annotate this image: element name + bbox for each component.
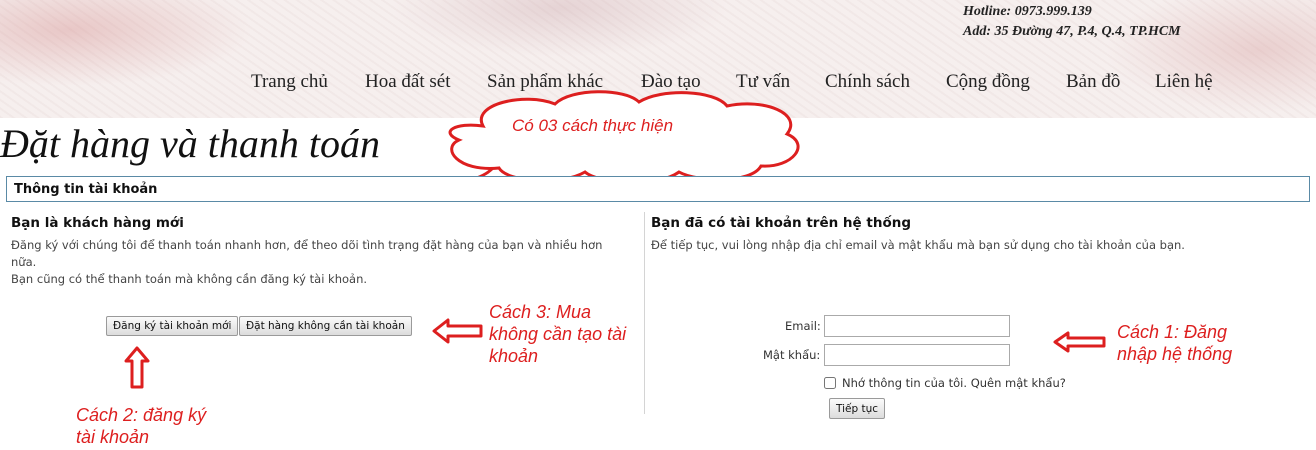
- nav-item-lien-he[interactable]: Liên hệ: [1155, 70, 1213, 94]
- existing-customer-section: Bạn đã có tài khoản trên hệ thống Để tiế…: [651, 215, 1291, 254]
- register-account-button[interactable]: Đăng ký tài khoản mới: [106, 316, 239, 336]
- address-text: Add: 35 Đường 47, P.4, Q.4, TP.HCM: [963, 24, 1181, 39]
- cloud-callout-icon: [448, 90, 800, 185]
- new-customer-text-1: Đăng ký với chúng tôi để thanh toán nhan…: [11, 238, 603, 269]
- nav-item-ban-do[interactable]: Bản đồ: [1066, 70, 1120, 94]
- contact-info: Hotline: 0973.999.139 Add: 35 Đường 47, …: [963, 2, 1181, 42]
- account-info-bar: Thông tin tài khoản: [6, 176, 1310, 202]
- existing-customer-heading: Bạn đã có tài khoản trên hệ thống: [651, 215, 911, 231]
- method-3-line-2: không cần tạo tài: [489, 324, 627, 344]
- email-label: Email:: [785, 319, 821, 333]
- page-title: Đặt hàng và thanh toán: [0, 121, 380, 166]
- hotline-text: Hotline: 0973.999.139: [963, 4, 1092, 19]
- password-field[interactable]: [824, 344, 1010, 366]
- remember-me: Nhớ thông tin của tôi. Quên mật khẩu?: [824, 376, 1066, 390]
- method-3-line-3: khoản: [489, 346, 539, 366]
- left-arrow-icon: [432, 318, 483, 344]
- account-info-title: Thông tin tài khoản: [14, 182, 158, 197]
- method-2-annotation: Cách 2: đăng ký tài khoản: [76, 404, 206, 448]
- method-2-line-2: tài khoản: [76, 427, 150, 447]
- new-customer-text-2: Bạn cũng có thể thanh toán mà không cần …: [11, 272, 368, 286]
- nav-item-chinh-sach[interactable]: Chính sách: [825, 70, 910, 94]
- method-1-line-2: nhập hệ thống: [1117, 344, 1233, 364]
- left-arrow-icon: [1053, 331, 1106, 353]
- method-1-line-1: Cách 1: Đăng: [1117, 322, 1228, 342]
- column-divider: [644, 212, 645, 414]
- method-3-annotation: Cách 3: Mua không cần tạo tài khoản: [489, 301, 626, 367]
- method-2-line-1: Cách 2: đăng ký: [76, 405, 207, 425]
- password-label: Mật khẩu:: [763, 348, 821, 362]
- email-field[interactable]: [824, 315, 1010, 337]
- up-arrow-icon: [124, 346, 150, 389]
- continue-button[interactable]: Tiếp tục: [829, 398, 886, 419]
- remember-me-label[interactable]: Nhớ thông tin của tôi.: [842, 376, 967, 390]
- remember-me-checkbox[interactable]: [824, 377, 836, 389]
- cloud-annotation: Có 03 cách thực hiện: [512, 116, 674, 135]
- forgot-password-link[interactable]: Quên mật khẩu?: [971, 376, 1066, 390]
- method-1-annotation: Cách 1: Đăng nhập hệ thống: [1117, 321, 1232, 365]
- nav-item-trang-chu[interactable]: Trang chủ: [251, 70, 328, 94]
- existing-customer-text: Để tiếp tục, vui lòng nhập địa chỉ email…: [651, 238, 1185, 252]
- nav-item-cong-dong[interactable]: Cộng đồng: [946, 70, 1030, 94]
- guest-checkout-button[interactable]: Đặt hàng không cần tài khoản: [239, 316, 412, 336]
- new-customer-section: Bạn là khách hàng mới Đăng ký với chúng …: [11, 215, 631, 288]
- method-3-line-1: Cách 3: Mua: [489, 302, 592, 322]
- new-customer-heading: Bạn là khách hàng mới: [11, 215, 184, 231]
